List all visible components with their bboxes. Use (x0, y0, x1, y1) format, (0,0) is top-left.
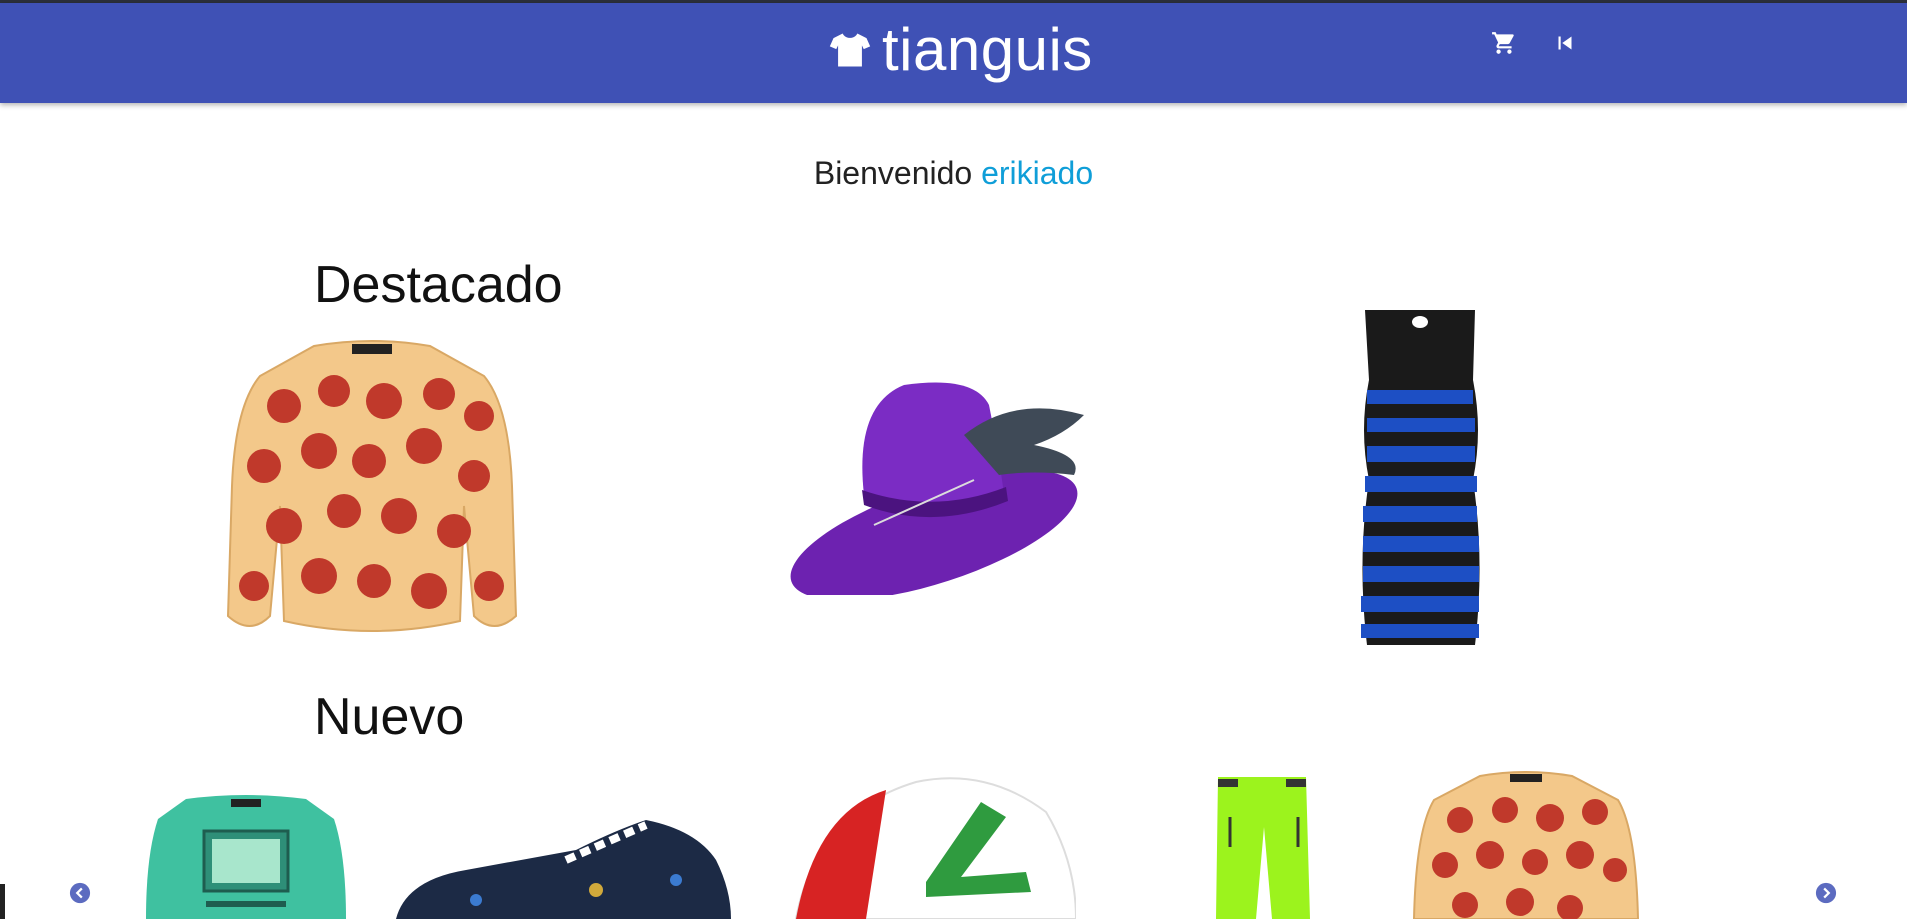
skip-previous-icon (1558, 36, 1572, 50)
carousel-prev-button[interactable] (69, 882, 91, 904)
window-edge-handle (0, 884, 5, 919)
pizza-sweater-small-image (1412, 771, 1640, 919)
welcome-message: Bienvenido erikiado (0, 155, 1907, 192)
featured-product-pizza-sweater[interactable] (224, 336, 520, 636)
new-product-trucker-cap[interactable] (776, 772, 1076, 919)
logout-button[interactable] (1545, 23, 1585, 63)
cart-button[interactable] (1484, 23, 1524, 63)
shopping-cart-icon (1492, 32, 1514, 54)
username-link[interactable]: erikiado (981, 155, 1093, 191)
new-product-sneaker[interactable] (396, 820, 736, 919)
game-over-sweater-image (146, 795, 346, 919)
ski-pants-image (1216, 777, 1310, 919)
trucker-cap-image (794, 777, 1076, 919)
chevron-left-circle-icon (69, 882, 91, 904)
welcome-greeting: Bienvenido (813, 155, 973, 191)
app-bar: tianguis (0, 3, 1907, 103)
featured-product-dress[interactable] (1355, 310, 1485, 645)
purple-hat-image (790, 382, 1084, 595)
featured-product-purple-hat[interactable] (784, 375, 1094, 595)
tshirt-icon (829, 33, 871, 67)
featured-section-title: Destacado (314, 256, 563, 314)
sneaker-image (396, 820, 731, 919)
brand-name: tianguis (882, 16, 1093, 83)
chevron-right-circle-icon (1815, 882, 1837, 904)
brand-logo[interactable]: tianguis (828, 15, 1093, 85)
new-product-game-over-sweater[interactable] (146, 795, 346, 919)
new-product-ski-pants[interactable] (1210, 777, 1314, 919)
carousel-next-button[interactable] (1815, 882, 1837, 904)
pizza-sweater-image (226, 340, 518, 632)
dress-image (1361, 310, 1480, 645)
new-product-pizza-sweater[interactable] (1410, 770, 1642, 919)
new-section-title: Nuevo (314, 688, 465, 746)
